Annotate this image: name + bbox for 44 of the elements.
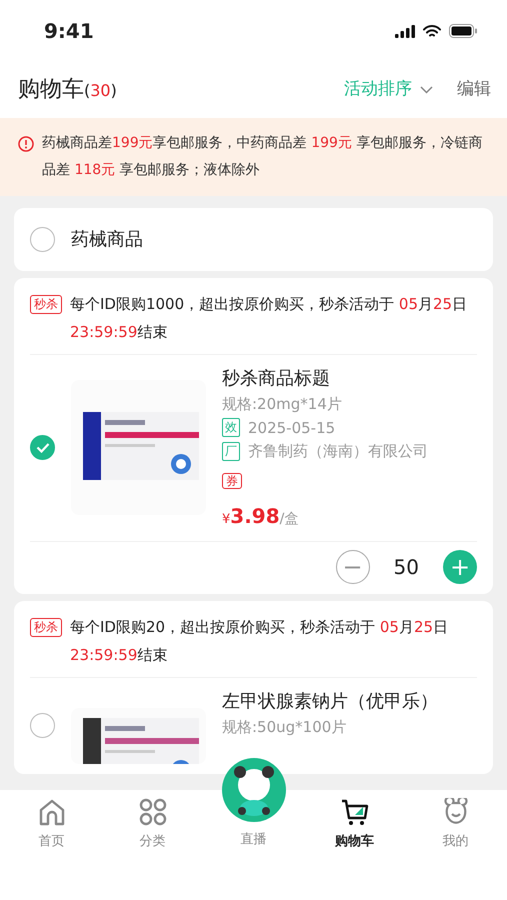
- cart-icon: [340, 798, 368, 826]
- item-count: (30): [84, 80, 117, 102]
- coupon-tag: 券: [222, 472, 242, 488]
- chevron-down-icon: [420, 86, 433, 94]
- alert-icon: [18, 136, 34, 152]
- promo-text: 每个ID限购20，超出按原价购买，秒杀活动于 05月 25日 23:59:59结束: [70, 616, 450, 666]
- flash-sale-tag: 秒杀: [30, 295, 62, 314]
- tab-item[interactable]: 首页: [1, 790, 102, 900]
- edit-button[interactable]: 编辑: [457, 77, 491, 103]
- product-title: 秒杀商品标题: [222, 367, 331, 391]
- grid-icon: [138, 798, 166, 826]
- checkbox[interactable]: [30, 435, 55, 460]
- price-unit: /盒: [280, 510, 298, 528]
- currency-symbol: ¥: [222, 510, 230, 528]
- home-icon: [38, 798, 66, 826]
- decrease-button[interactable]: −: [336, 550, 370, 584]
- tab-item[interactable]: 我的: [405, 790, 506, 900]
- checkbox[interactable]: [30, 227, 55, 252]
- product-spec: 规格:50ug*100片: [222, 716, 348, 738]
- sort-dropdown[interactable]: 活动排序: [344, 77, 433, 103]
- tab-item[interactable]: 购物车: [304, 790, 405, 900]
- signal-icon: [395, 24, 415, 38]
- flash-sale-tag: 秒杀: [30, 618, 62, 636]
- page-title: 购物车: [18, 76, 84, 104]
- bear-icon: [442, 798, 470, 826]
- wifi-icon: [423, 24, 441, 38]
- battery-icon: [449, 24, 477, 38]
- check-icon: [36, 442, 50, 454]
- manufacturer-badge: 厂: [222, 442, 240, 461]
- tab-item[interactable]: 分类: [102, 790, 203, 900]
- checkbox[interactable]: [30, 713, 55, 738]
- increase-button[interactable]: +: [443, 550, 477, 584]
- tab-item[interactable]: 直播: [203, 830, 304, 850]
- product-title: 左甲状腺素钠片（优甲乐）: [222, 690, 438, 714]
- promo-text: 每个ID限购1000，超出按原价购买，秒杀活动于 05月 25日 23:59:59结束: [70, 294, 468, 343]
- expiry-badge: 效: [222, 418, 240, 438]
- manufacturer-name: 齐鲁制药（海南）有限公司: [248, 441, 428, 462]
- status-time: 9:41: [44, 18, 94, 45]
- expiry-date: 2025-05-15: [248, 418, 336, 438]
- shipping-notice: 药械商品差199元享包邮服务，中药商品差 199元 享包邮服务，冷链商品差 118元 享包邮服务；液体除外: [42, 134, 484, 180]
- quantity-value: 50: [394, 554, 419, 580]
- product-spec: 规格:20mg*14片: [222, 394, 343, 415]
- group-title: 药械商品: [71, 228, 143, 252]
- product-price: 3.98: [230, 502, 280, 530]
